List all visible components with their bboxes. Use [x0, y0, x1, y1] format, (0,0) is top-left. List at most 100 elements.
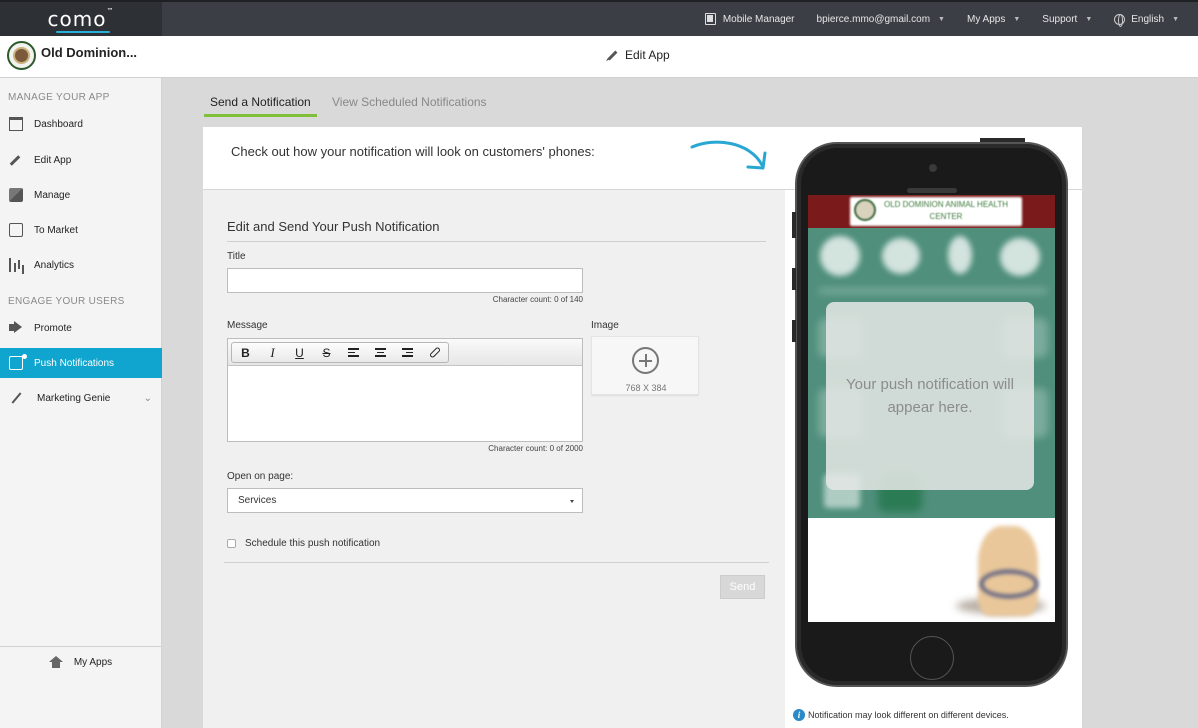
sidebar-item-dashboard[interactable]: Dashboard — [0, 109, 162, 139]
sidebar-item-label: Analytics — [34, 259, 75, 271]
mobile-manager-label: Mobile Manager — [722, 13, 795, 25]
mobile-manager-icon — [704, 13, 716, 25]
globe-icon — [1114, 13, 1126, 27]
support-label: Support — [1042, 13, 1078, 25]
align-left-button[interactable] — [340, 343, 367, 362]
message-textarea[interactable] — [228, 366, 582, 441]
sidebar-item-label: Push Notifications — [34, 357, 115, 369]
align-right-icon — [402, 348, 413, 357]
brand-tm: ™ — [106, 7, 115, 15]
app-preview-header: OLD DOMINION ANIMAL HEALTH CENTER — [808, 195, 1055, 228]
page-title-label: Edit App — [625, 48, 670, 62]
sidebar-item-label: Marketing Genie — [37, 392, 111, 404]
schedule-checkbox-label[interactable]: Schedule this push notification — [245, 538, 380, 549]
app-preview-header-text: OLD DOMINION ANIMAL HEALTH CENTER — [883, 200, 1009, 221]
language-menu[interactable]: English ▼ — [1114, 13, 1179, 27]
arrow-icon — [690, 140, 767, 170]
sidebar-item-label: To Market — [34, 224, 78, 236]
add-circle-icon — [632, 347, 659, 374]
message-label: Message — [227, 320, 268, 331]
sidebar-item-analytics[interactable]: Analytics — [0, 250, 162, 280]
sidebar-item-label: Dashboard — [34, 118, 83, 130]
caret-down-icon: ▼ — [1085, 15, 1093, 23]
box-icon — [9, 188, 23, 202]
notification-placeholder: Your push notification will appear here. — [846, 376, 1014, 416]
sidebar: MANAGE YOUR APP Dashboard Edit App Manag… — [0, 78, 162, 728]
align-center-icon — [375, 348, 386, 357]
title-label: Title — [227, 251, 246, 262]
sidebar-item-label: Promote — [34, 322, 72, 334]
open-on-page-select[interactable]: Services — [227, 488, 583, 513]
bar-chart-icon — [9, 258, 23, 272]
divider — [224, 562, 769, 563]
paw-icon — [820, 236, 860, 276]
phone-volume-up — [792, 268, 796, 290]
device-note: i Notification may look different on dif… — [793, 709, 1009, 721]
align-right-button[interactable] — [394, 343, 421, 362]
como-logo[interactable]: como™ — [0, 2, 162, 36]
page-title: Edit App — [607, 48, 670, 62]
strikethrough-button[interactable]: S — [313, 343, 340, 362]
phone-home-button — [910, 636, 954, 680]
caret-down-icon: ▼ — [1172, 15, 1179, 23]
phone-camera — [929, 164, 937, 172]
phone-icon — [9, 223, 23, 237]
link-button[interactable] — [421, 343, 448, 362]
sidebar-item-to-market[interactable]: To Market — [0, 215, 162, 245]
link-icon — [428, 346, 441, 359]
sidebar-item-manage[interactable]: Manage — [0, 180, 162, 210]
language-label: English — [1131, 13, 1165, 25]
message-editor: B I U S — [227, 338, 583, 442]
phone-mute-switch — [792, 212, 796, 238]
sidebar-item-edit-app[interactable]: Edit App — [0, 145, 162, 175]
phone-power-button — [980, 138, 1025, 142]
sidebar-item-promote[interactable]: Promote — [0, 313, 162, 343]
banner-text: Check out how your notification will loo… — [231, 144, 595, 159]
app-logo[interactable] — [7, 41, 36, 70]
my-apps-link-label: My Apps — [73, 657, 113, 668]
toolbar-group: B I U S — [231, 342, 449, 363]
caret-down-icon — [570, 500, 574, 503]
bold-button[interactable]: B — [232, 343, 259, 362]
align-center-button[interactable] — [367, 343, 394, 362]
message-char-count: Character count: 0 of 2000 — [488, 444, 583, 453]
phone-volume-down — [792, 320, 796, 342]
brand-underline — [55, 31, 111, 33]
push-phone-icon — [9, 354, 27, 370]
sidebar-item-label: Manage — [34, 189, 71, 201]
my-apps-menu[interactable]: My Apps ▼ — [967, 14, 1020, 25]
brand-name: como — [47, 7, 107, 31]
italic-button[interactable]: I — [259, 343, 286, 362]
phone-speaker — [907, 188, 957, 193]
pencil-icon — [9, 153, 23, 167]
support-menu[interactable]: Support ▼ — [1042, 14, 1092, 25]
megaphone-icon — [9, 321, 23, 335]
schedule-checkbox[interactable] — [227, 539, 236, 548]
app-preview-logo — [854, 199, 876, 221]
app-preview-photo — [808, 518, 1055, 622]
title-input[interactable] — [227, 268, 583, 293]
sidebar-item-marketing-genie[interactable]: Marketing Genie ⌄ — [0, 383, 162, 413]
app-name[interactable]: Old Dominion... — [41, 45, 137, 60]
send-button[interactable]: Send — [720, 575, 765, 599]
sidebar-item-label: Edit App — [34, 154, 72, 166]
image-upload[interactable]: 768 X 384 — [591, 336, 699, 395]
image-size-hint: 768 X 384 — [625, 383, 667, 393]
underline-button[interactable]: U — [286, 343, 313, 362]
tab-view-scheduled[interactable]: View Scheduled Notifications — [332, 95, 487, 114]
account-email: bpierce.mmo@gmail.com — [816, 13, 931, 25]
tab-send-notification[interactable]: Send a Notification — [204, 95, 317, 117]
top-bar: como™ Mobile Manager bpierce.mmo@gmail.c… — [0, 0, 1198, 36]
account-menu[interactable]: bpierce.mmo@gmail.com ▼ — [817, 14, 945, 25]
my-apps-link[interactable]: My Apps — [0, 646, 162, 678]
title-char-count: Character count: 0 of 140 — [492, 295, 583, 304]
editor-toolbar: B I U S — [228, 339, 582, 366]
divider — [227, 241, 766, 242]
mobile-manager-link[interactable]: Mobile Manager — [704, 13, 795, 25]
pencil-icon — [607, 50, 618, 60]
sidebar-item-push-notifications[interactable]: Push Notifications — [0, 348, 162, 378]
info-icon: i — [793, 709, 805, 721]
align-left-icon — [348, 348, 359, 357]
phone-call-icon — [882, 238, 920, 274]
magic-wand-icon — [9, 391, 23, 405]
